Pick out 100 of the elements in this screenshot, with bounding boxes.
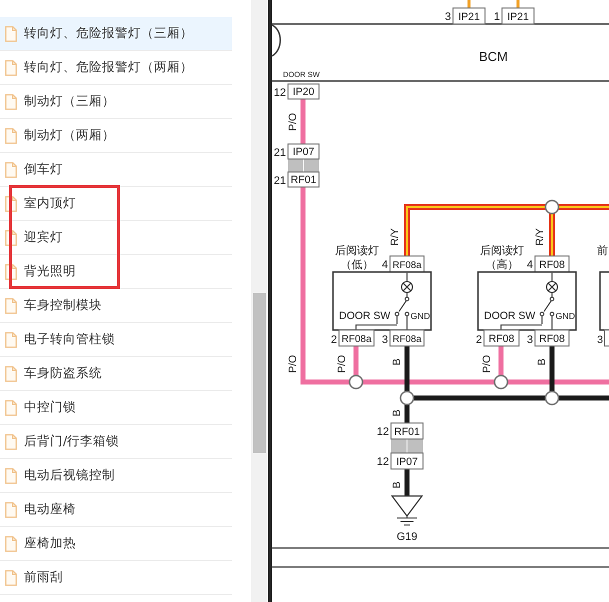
document-icon	[5, 26, 17, 42]
wire-code-label: P/O	[336, 354, 348, 374]
pin-number: 1	[494, 11, 500, 23]
sidebar-item[interactable]: 室内顶灯	[0, 187, 232, 221]
document-icon	[5, 332, 17, 348]
junction-icon	[544, 200, 560, 214]
document-icon	[5, 60, 17, 76]
switch-label: DOOR SW	[339, 310, 390, 322]
sidebar-item[interactable]: 制动灯（三厢）	[0, 85, 232, 119]
pin-number: 21	[274, 175, 286, 187]
wire-code-label: P/O	[287, 112, 299, 132]
connector-tag: RF08a	[390, 256, 424, 272]
internal-wire	[355, 324, 397, 330]
wire-code-label: B	[391, 410, 403, 416]
document-icon	[5, 366, 17, 382]
internal-wire	[551, 316, 553, 330]
connector-tag: RF01	[288, 172, 320, 188]
wire-code-label: R/Y	[389, 228, 401, 246]
connector-tag: IP07	[288, 144, 320, 160]
document-icon	[5, 162, 17, 178]
sidebar-item[interactable]: 背光照明	[0, 255, 232, 289]
connector-tag: IP21	[502, 8, 534, 24]
wire-code-label: B	[391, 358, 403, 366]
wire-code-label: P/O	[287, 354, 299, 374]
wire-code-label: B	[391, 482, 403, 488]
pin-label: GND	[556, 311, 576, 321]
sidebar-item[interactable]: 中控门锁	[0, 391, 232, 425]
pin-number: 2	[330, 334, 337, 346]
junction-icon	[348, 374, 364, 390]
pin-number: 3	[444, 11, 451, 23]
pin-number: 3	[597, 334, 603, 346]
document-icon	[5, 128, 17, 144]
component-subtitle: （高）	[486, 259, 518, 271]
ground-icon	[390, 495, 424, 526]
component-outline	[599, 271, 609, 331]
document-icon	[5, 94, 17, 110]
component-title: 后阅读灯	[335, 245, 379, 257]
connector-tag: RF08	[534, 330, 570, 346]
connector-joint	[288, 158, 319, 172]
sidebar-item[interactable]: 座椅加热	[0, 527, 232, 561]
internal-wire	[406, 316, 408, 330]
sidebar-item[interactable]: 车身控制模块	[0, 289, 232, 323]
sidebar-item[interactable]: 迎宾灯	[0, 221, 232, 255]
sidebar-item[interactable]: 电动座椅	[0, 493, 232, 527]
junction-icon	[544, 390, 560, 406]
wire-code-label: B	[536, 358, 548, 366]
connector-tag: IP21	[452, 8, 486, 24]
wire-code-label: P/O	[481, 354, 493, 374]
pin-number: 12	[274, 87, 286, 99]
pin-number: 3	[526, 334, 533, 346]
wire	[516, 0, 520, 8]
sidebar-item[interactable]: 制动灯（两厢）	[0, 119, 232, 153]
connector-tag: RF08	[534, 256, 570, 272]
document-icon	[5, 502, 17, 518]
connector-tag: RF08a	[390, 330, 424, 346]
scrollbar-thumb[interactable]	[253, 293, 266, 453]
pin-label: GND	[410, 311, 430, 321]
connector-tag: RF08	[484, 330, 520, 346]
sidebar-item[interactable]: 车身防盗系统	[0, 357, 232, 391]
junction-icon	[400, 390, 414, 406]
connector-tag: IP20	[288, 84, 320, 100]
ground-label: G19	[396, 531, 418, 543]
connector-tag	[604, 330, 609, 346]
sidebar-item[interactable]: 倒车灯	[0, 153, 232, 187]
lamp-icon	[546, 280, 558, 294]
connector-joint	[391, 438, 423, 454]
sidebar-item[interactable]: 电动后视镜控制	[0, 459, 232, 493]
document-icon	[5, 536, 17, 552]
document-icon	[5, 434, 17, 450]
switch-icon	[540, 292, 554, 325]
connector-tag: RF08a	[338, 330, 374, 346]
pin-number: 2	[476, 334, 482, 346]
document-icon	[5, 298, 17, 314]
lamp-icon	[400, 280, 414, 294]
internal-wire	[500, 324, 542, 330]
sidebar-item[interactable]: 转向灯、危险报警灯（两厢）	[0, 51, 232, 85]
sidebar-item[interactable]: 前雨刮	[0, 561, 232, 595]
component-title: 后阅读灯	[480, 245, 524, 257]
sidebar-item[interactable]: 后背门/行李箱锁	[0, 425, 232, 459]
component-title: 前	[597, 245, 608, 257]
wire-code-label: R/Y	[534, 228, 546, 246]
document-icon	[5, 468, 17, 484]
module-label: BCM	[479, 49, 508, 64]
sidebar-item[interactable]: 转向灯、危险报警灯（三厢）	[0, 17, 232, 51]
switch-icon	[394, 292, 410, 325]
component-subtitle: （低）	[340, 259, 374, 271]
pin-number: 4	[382, 259, 388, 271]
connector-tag: RF01	[390, 422, 424, 440]
sidebar-item[interactable]: 电子转向管柱锁	[0, 323, 232, 357]
wire	[300, 99, 306, 144]
wire	[404, 469, 410, 496]
document-icon	[5, 400, 17, 416]
pin-number: 21	[274, 147, 286, 159]
pin-number: 4	[526, 259, 533, 271]
pin-number: 12	[376, 456, 389, 468]
pin-number: 12	[376, 426, 389, 438]
wire	[468, 0, 470, 8]
pin-number: 3	[382, 334, 388, 346]
connector-tag: IP07	[390, 452, 424, 470]
switch-label: DOOR SW	[484, 310, 536, 322]
